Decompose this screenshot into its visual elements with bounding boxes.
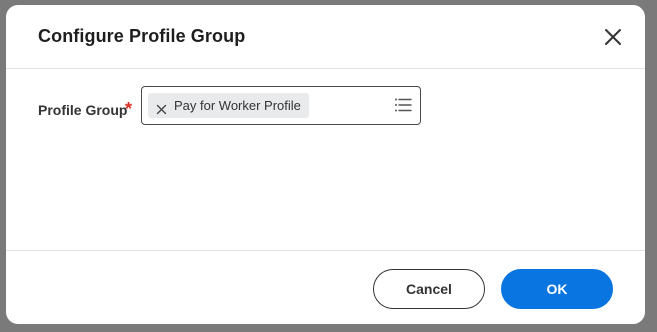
x-icon[interactable]	[155, 99, 168, 115]
dialog-body: Profile Group * Pay for Worker Profile	[6, 69, 645, 250]
profile-group-label: Profile Group	[38, 102, 128, 118]
dialog-title: Configure Profile Group	[38, 26, 246, 46]
dialog-footer: Cancel OK	[6, 250, 645, 324]
required-marker: *	[125, 99, 133, 119]
profile-group-prompt-field[interactable]: Pay for Worker Profile	[141, 86, 421, 125]
dialog-header: Configure Profile Group	[6, 5, 645, 69]
selected-value-text: Pay for Worker Profile	[174, 98, 301, 113]
selected-value-pill[interactable]: Pay for Worker Profile	[148, 93, 309, 118]
configure-profile-group-dialog: Configure Profile Group Profile Group * …	[6, 5, 645, 324]
cancel-button[interactable]: Cancel	[373, 269, 485, 309]
list-icon[interactable]	[394, 96, 412, 114]
close-icon[interactable]	[601, 25, 625, 49]
ok-button[interactable]: OK	[501, 269, 613, 309]
